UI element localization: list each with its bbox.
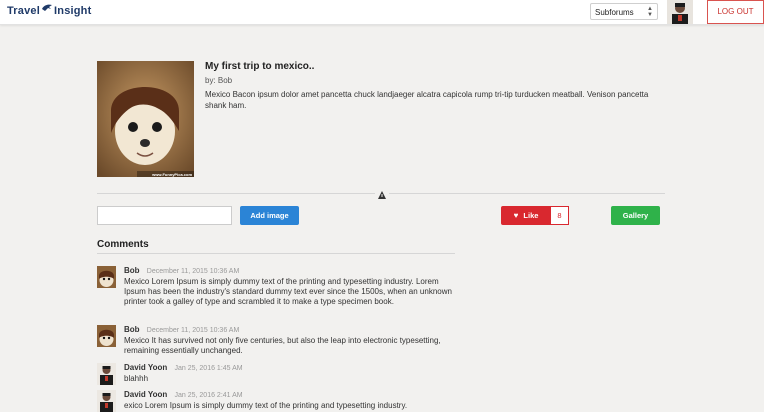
comment-text: Mexico Lorem Ipsum is simply dummy text … — [124, 277, 452, 306]
logo-text-insight: Insight — [54, 5, 92, 17]
like-count: 8 — [550, 206, 569, 225]
post-title: My first trip to mexico.. — [205, 61, 315, 72]
comment-author-name: David Yoon — [124, 363, 168, 372]
gallery-button[interactable]: Gallery — [611, 206, 660, 225]
warning-icon — [375, 187, 389, 199]
comment-author: Bob December 11, 2015 10:36 AM — [124, 325, 239, 334]
comment-author: David Yoon Jan 25, 2016 1:45 AM — [124, 363, 243, 372]
image-url-input[interactable] — [97, 206, 232, 225]
image-watermark: www.FunnyPica.com — [152, 172, 192, 177]
comments-divider — [97, 253, 455, 254]
logout-button[interactable]: LOG OUT — [707, 0, 764, 24]
comment-author-name: David Yoon — [124, 390, 168, 399]
comment-date: December 11, 2015 10:36 AM — [146, 327, 240, 334]
comment-date: December 11, 2015 10:36 AM — [146, 268, 240, 275]
logo-text-travel: Travel — [7, 5, 41, 17]
comment-text: blahhh — [124, 374, 149, 383]
comment-text: Mexico It has survived not only five cen… — [124, 336, 441, 355]
airplane-icon — [41, 3, 53, 13]
comment-author: Bob December 11, 2015 10:36 AM — [124, 266, 239, 275]
comment-avatar[interactable] — [97, 363, 116, 385]
comment-author-name: Bob — [124, 325, 140, 334]
like-button[interactable]: ♥ Like — [501, 206, 551, 225]
logo[interactable]: Travel Insight — [7, 3, 92, 17]
heart-icon: ♥ — [513, 211, 519, 220]
comment-author: David Yoon Jan 25, 2016 2:41 AM — [124, 390, 243, 399]
add-image-button[interactable]: Add image — [240, 206, 299, 225]
select-arrows-icon: ▲ ▼ — [647, 6, 653, 18]
comments-heading: Comments — [97, 239, 149, 250]
post-author: by: Bob — [205, 76, 233, 85]
comment-avatar[interactable] — [97, 266, 116, 288]
comment-date: Jan 25, 2016 2:41 AM — [174, 392, 243, 399]
top-navbar: Travel Insight Subforums ▲ ▼ LOG OUT — [0, 0, 764, 25]
subforums-select[interactable]: Subforums ▲ ▼ — [590, 3, 658, 20]
subforums-selected-value: Subforums — [595, 8, 634, 17]
comment-avatar[interactable] — [97, 390, 116, 412]
comment-text: exico Lorem Ipsum is simply dummy text o… — [124, 401, 408, 410]
like-label: Like — [523, 211, 539, 220]
user-avatar[interactable] — [667, 0, 693, 24]
comment-author-name: Bob — [124, 266, 140, 275]
post-image-dog[interactable]: www.FunnyPica.com — [97, 61, 194, 177]
comment-date: Jan 25, 2016 1:45 AM — [174, 365, 243, 372]
post-body: Mexico Bacon ipsum dolor amet pancetta c… — [205, 90, 649, 110]
comment-avatar[interactable] — [97, 325, 116, 347]
